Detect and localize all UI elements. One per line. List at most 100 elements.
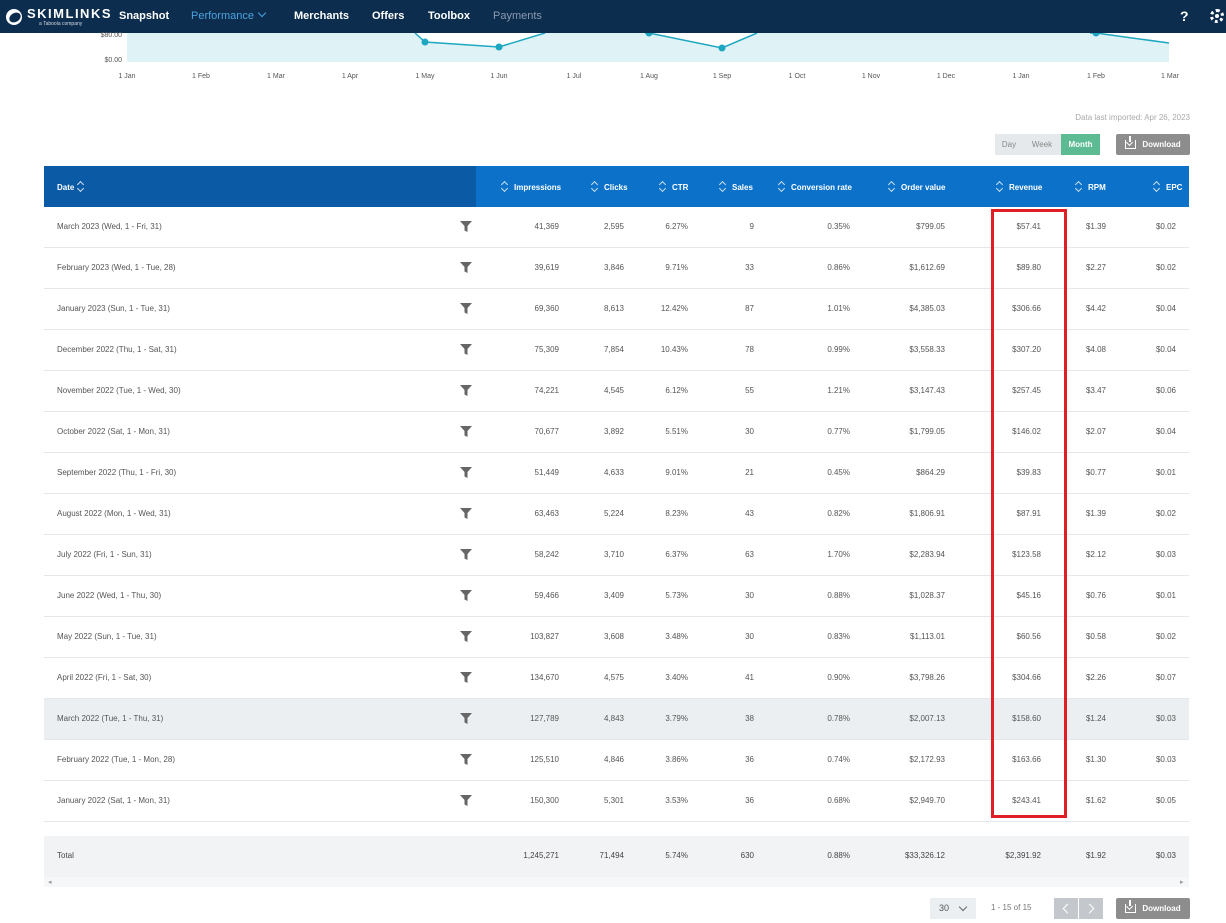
prev-page-button[interactable]: [1054, 898, 1078, 919]
chart-area: [127, 33, 1169, 62]
filter-icon[interactable]: [460, 302, 472, 314]
cell-ctr: 5.74%: [665, 851, 688, 860]
cell-ctr: 3.79%: [665, 714, 688, 723]
sort-icon: [997, 182, 1003, 191]
column-header-label: Sales: [732, 183, 753, 192]
cell-sales: 30: [745, 427, 754, 436]
column-header-conversion-rate[interactable]: Conversion rate: [779, 181, 852, 192]
filter-icon[interactable]: [460, 794, 472, 806]
column-header-sales[interactable]: Sales: [720, 181, 753, 192]
filter-icon[interactable]: [460, 425, 472, 437]
cell-rpm: $1.39: [1085, 509, 1106, 518]
column-header-clicks[interactable]: Clicks: [592, 181, 628, 192]
cell-clicks: 7,854: [603, 345, 624, 354]
cell-ctr: 10.43%: [660, 345, 688, 354]
cell-epc: $0.03: [1155, 714, 1176, 723]
skimlinks-logo[interactable]: SKIMLINKS a Taboola company: [6, 0, 112, 33]
filter-icon[interactable]: [460, 384, 472, 396]
cell-epc: $0.03: [1155, 851, 1176, 860]
toggle-day[interactable]: Day: [995, 134, 1023, 155]
cell-date: June 2022 (Wed, 1 - Thu, 30): [57, 591, 162, 600]
column-header-revenue[interactable]: Revenue: [997, 181, 1042, 192]
cell-ctr: 9.01%: [665, 468, 688, 477]
per-page-value: 30: [939, 903, 950, 913]
column-header-impressions[interactable]: Impressions: [502, 181, 561, 192]
cell-epc: $0.03: [1155, 755, 1176, 764]
nav-merchants[interactable]: Merchants: [294, 10, 349, 22]
cell-order-value: $1,799.05: [909, 427, 945, 436]
sort-icon: [502, 182, 508, 191]
cell-date: March 2023 (Wed, 1 - Fri, 31): [57, 222, 162, 231]
x-axis-label: 1 May: [415, 73, 435, 80]
cell-clicks: 2,595: [603, 222, 624, 231]
filter-icon[interactable]: [460, 261, 472, 273]
toggle-month[interactable]: Month: [1061, 134, 1100, 155]
cell-sales: 41: [745, 673, 754, 682]
scroll-left-icon[interactable]: ◂: [48, 878, 52, 886]
column-header-order-value[interactable]: Order value: [889, 181, 945, 192]
cell-epc: $0.02: [1155, 222, 1176, 231]
column-header-date[interactable]: Date: [57, 181, 90, 192]
filter-icon[interactable]: [460, 589, 472, 601]
sort-icon: [1076, 182, 1082, 191]
cell-rpm: $0.58: [1085, 632, 1106, 641]
cell-epc: $0.07: [1155, 673, 1176, 682]
download-button-bottom[interactable]: Download: [1116, 898, 1190, 919]
cell-epc: $0.05: [1155, 796, 1176, 805]
next-page-button[interactable]: [1079, 898, 1103, 919]
cell-impressions: 51,449: [534, 468, 559, 477]
nav-performance[interactable]: Performance: [191, 8, 267, 22]
y-axis-label: $0.00: [104, 57, 122, 64]
cell-clicks: 4,633: [603, 468, 624, 477]
cell-clicks: 3,710: [603, 550, 624, 559]
cell-rpm: $0.77: [1085, 468, 1106, 477]
cell-conversion-rate: 0.88%: [827, 851, 850, 860]
data-last-imported: Data last imported: Apr 26, 2023: [1075, 113, 1190, 122]
cell-conversion-rate: 0.77%: [827, 427, 850, 436]
cell-conversion-rate: 1.01%: [827, 304, 850, 313]
horizontal-scrollbar[interactable]: ◂ ▸: [44, 877, 1189, 887]
cell-impressions: 69,360: [534, 304, 559, 313]
nav-payments[interactable]: Payments: [493, 10, 542, 22]
cell-conversion-rate: 0.74%: [827, 755, 850, 764]
nav-snapshot[interactable]: Snapshot: [119, 10, 169, 22]
cell-impressions: 63,463: [534, 509, 559, 518]
cell-impressions: 58,242: [534, 550, 559, 559]
filter-icon[interactable]: [460, 753, 472, 765]
filter-icon[interactable]: [460, 343, 472, 355]
cell-date: November 2022 (Tue, 1 - Wed, 30): [57, 386, 181, 395]
cell-date: October 2022 (Sat, 1 - Mon, 31): [57, 427, 170, 436]
nav-offers[interactable]: Offers: [372, 10, 404, 22]
filter-icon[interactable]: [460, 466, 472, 478]
cell-sales: 36: [745, 755, 754, 764]
download-button-top[interactable]: Download: [1116, 134, 1190, 155]
cell-ctr: 6.37%: [665, 550, 688, 559]
column-header-ctr[interactable]: CTR: [660, 181, 688, 192]
cell-order-value: $864.29: [916, 468, 945, 477]
column-header-epc[interactable]: EPC: [1154, 181, 1182, 192]
filter-icon[interactable]: [460, 712, 472, 724]
logo-mark-icon: [6, 8, 22, 25]
cell-rpm: $4.08: [1085, 345, 1106, 354]
filter-icon[interactable]: [460, 630, 472, 642]
help-icon[interactable]: ?: [1180, 8, 1189, 24]
filter-icon[interactable]: [460, 507, 472, 519]
filter-icon[interactable]: [460, 220, 472, 232]
column-header-rpm[interactable]: RPM: [1076, 181, 1106, 192]
cell-sales: 30: [745, 632, 754, 641]
cell-epc: $0.03: [1155, 550, 1176, 559]
column-header-label: RPM: [1088, 183, 1106, 192]
cell-impressions: 125,510: [530, 755, 559, 764]
cell-ctr: 3.40%: [665, 673, 688, 682]
table-header: Date Impressions Clicks CTR Sales Conversion …: [44, 166, 1189, 207]
toggle-week[interactable]: Week: [1023, 134, 1061, 155]
per-page-select[interactable]: 30: [930, 898, 976, 919]
cell-rpm: $4.42: [1085, 304, 1106, 313]
filter-icon[interactable]: [460, 548, 472, 560]
scroll-right-icon[interactable]: ▸: [1180, 878, 1184, 886]
nav-toolbox[interactable]: Toolbox: [428, 10, 470, 22]
gear-icon[interactable]: [1210, 9, 1224, 23]
column-header-label: Impressions: [514, 183, 562, 192]
cell-epc: $0.04: [1155, 345, 1176, 354]
filter-icon[interactable]: [460, 671, 472, 683]
